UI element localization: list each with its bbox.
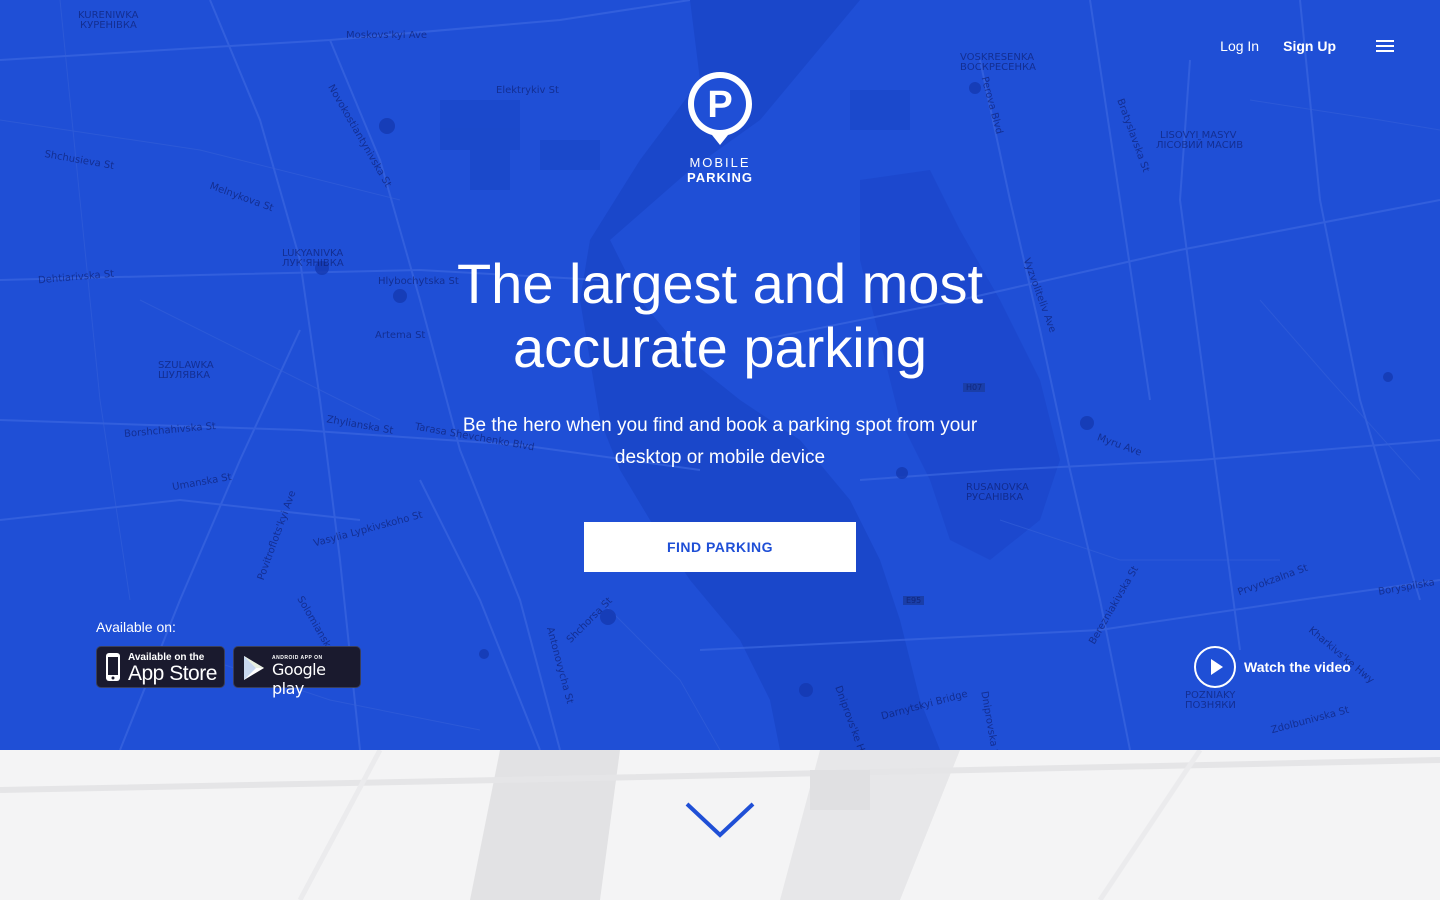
login-link[interactable]: Log In <box>1220 38 1259 54</box>
top-navigation: Log In Sign Up <box>1220 38 1394 54</box>
watch-video-label: Watch the video <box>1244 659 1351 675</box>
hero-subline-line2: desktop or mobile device <box>614 447 826 468</box>
hero-subline-line1: Be the hero when you find and book a par… <box>462 415 978 436</box>
logo-text-mobile: MOBILE <box>689 155 751 170</box>
hero-headline-line2: accurate parking <box>512 316 927 379</box>
available-on-label: Available on: <box>96 619 176 635</box>
phone-icon <box>106 653 120 681</box>
google-play-badge[interactable]: ANDROID APP ON Google play <box>233 646 361 698</box>
parking-pin-icon: P <box>688 72 752 145</box>
logo-text-parking: PARKING <box>687 170 753 185</box>
watch-video-link[interactable]: Watch the video <box>1194 646 1351 688</box>
find-parking-button[interactable]: FIND PARKING <box>584 522 856 572</box>
hero-subline: Be the hero when you find and book a par… <box>420 410 1020 474</box>
hero-headline: The largest and most accurate parking <box>0 252 1440 380</box>
hero-section: KURENIWKA КУРЕНІВКА Moskovs'kyi Ave Elek… <box>0 0 1440 750</box>
appstore-big-text: App Store <box>128 662 217 685</box>
brand-logo[interactable]: P MOBILE PARKING <box>686 70 754 185</box>
signup-link[interactable]: Sign Up <box>1283 38 1336 54</box>
google-play-icon <box>244 656 264 680</box>
hero-headline-line1: The largest and most <box>456 252 984 315</box>
googleplay-big-text: Google play <box>272 660 326 698</box>
hamburger-menu-icon[interactable] <box>1376 40 1394 52</box>
play-icon <box>1194 646 1236 688</box>
logo-glyph: P <box>707 84 732 126</box>
scroll-down-chevron-icon[interactable] <box>684 800 756 840</box>
app-store-badge[interactable]: Available on the App Store <box>96 646 225 688</box>
